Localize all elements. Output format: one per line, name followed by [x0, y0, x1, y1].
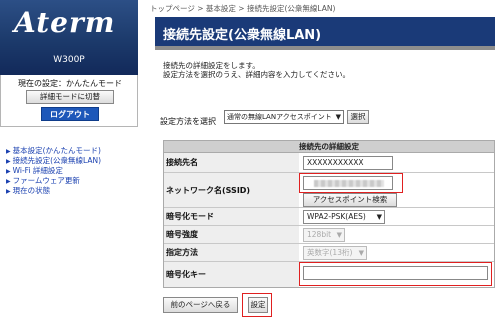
logout-button[interactable]: ログアウト — [41, 107, 99, 121]
encryption-key-highlight — [299, 262, 492, 286]
current-mode-text: 現在の設定：かんたんモード — [18, 79, 122, 88]
left-panel: Aterm W300P 現在の設定：かんたんモード 詳細モードに切替 ログアウト… — [0, 0, 150, 325]
chevron-down-icon: ▼ — [358, 249, 364, 257]
back-button[interactable]: 前のページへ戻る — [163, 297, 238, 313]
bullet-icon: ▶ — [6, 168, 11, 175]
connection-name-input[interactable]: XXXXXXXXXXX — [303, 156, 393, 170]
encryption-strength-label: 暗号強度 — [164, 226, 299, 243]
nav-item-firmware-update[interactable]: ▶ ファームウェア更新 — [6, 176, 101, 186]
row-encryption-strength: 暗号強度 128bit ▼ — [164, 226, 494, 244]
chevron-down-icon: ▼ — [335, 113, 341, 121]
model-name: W300P — [53, 55, 85, 65]
row-specify-method: 指定方法 英数字(13桁) ▼ — [164, 244, 494, 262]
nav-item-connection-settings[interactable]: ▶ 接続先設定(公衆無線LAN) — [6, 156, 101, 166]
encryption-strength-select[interactable]: 128bit ▼ — [303, 228, 345, 242]
chevron-down-icon: ▼ — [336, 231, 342, 239]
row-encryption-key: 暗号化キー — [164, 262, 494, 287]
row-connection-name: 接続先名 XXXXXXXXXXX — [164, 153, 494, 173]
page-title-bar: 接続先設定(公衆無線LAN) — [155, 17, 495, 50]
description-line-1: 接続先の詳細設定をします。 — [163, 61, 260, 70]
encryption-mode-label: 暗号化モード — [164, 208, 299, 225]
encryption-key-label: 暗号化キー — [164, 262, 299, 287]
brand-header: Aterm W300P — [0, 0, 138, 75]
select-button[interactable]: 選択 — [347, 110, 369, 124]
ssid-highlight — [299, 173, 403, 193]
chevron-down-icon: ▼ — [376, 213, 382, 221]
set-button[interactable]: 設定 — [248, 297, 268, 313]
page-description: 接続先の詳細設定をします。 設定方法を選択のうえ、詳細内容を入力してください。 — [163, 61, 350, 79]
nav-item-status[interactable]: ▶ 現在の状態 — [6, 186, 101, 196]
row-encryption-mode: 暗号化モード WPA2-PSK(AES) ▼ — [164, 208, 494, 226]
bullet-icon: ▶ — [6, 188, 11, 195]
page-title: 接続先設定(公衆無線LAN) — [163, 28, 322, 43]
ssid-label: ネットワーク名(SSID) — [164, 173, 299, 207]
description-line-2: 設定方法を選択のうえ、詳細内容を入力してください。 — [163, 70, 351, 79]
aterm-logo: Aterm — [14, 6, 116, 39]
bullet-icon: ▶ — [6, 178, 11, 185]
breadcrumb: トップページ > 基本設定 > 接続先設定(公衆無線LAN) — [150, 4, 336, 13]
access-point-search-button[interactable]: アクセスポイント検索 — [303, 193, 397, 207]
nav-item-basic-settings[interactable]: ▶ 基本設定(かんたんモード) — [6, 146, 101, 156]
method-label: 設定方法を選択 — [160, 117, 216, 126]
side-nav: ▶ 基本設定(かんたんモード) ▶ 接続先設定(公衆無線LAN) ▶ Wi-Fi 詳細… — [6, 146, 101, 196]
mode-panel: 現在の設定：かんたんモード 詳細モードに切替 ログアウト — [0, 75, 138, 127]
specify-method-select[interactable]: 英数字(13桁) ▼ — [303, 246, 367, 260]
row-ssid: ネットワーク名(SSID) アクセスポイント検索 — [164, 173, 494, 208]
connection-name-label: 接続先名 — [164, 153, 299, 172]
encryption-mode-select[interactable]: WPA2-PSK(AES) ▼ — [303, 210, 385, 224]
method-selected-value: 通常の無線LANアクセスポイント — [227, 113, 332, 121]
detail-settings-table: 接続先の詳細設定 接続先名 XXXXXXXXXXX ネットワーク名(SSID) … — [163, 140, 495, 288]
bullet-icon: ▶ — [6, 158, 11, 165]
nav-item-wifi-settings[interactable]: ▶ Wi-Fi 詳細設定 — [6, 166, 101, 176]
table-header: 接続先の詳細設定 — [164, 141, 494, 153]
specify-method-label: 指定方法 — [164, 244, 299, 261]
method-select[interactable]: 通常の無線LANアクセスポイント ▼ — [224, 110, 344, 124]
switch-detail-mode-button[interactable]: 詳細モードに切替 — [26, 90, 114, 104]
bullet-icon: ▶ — [6, 148, 11, 155]
